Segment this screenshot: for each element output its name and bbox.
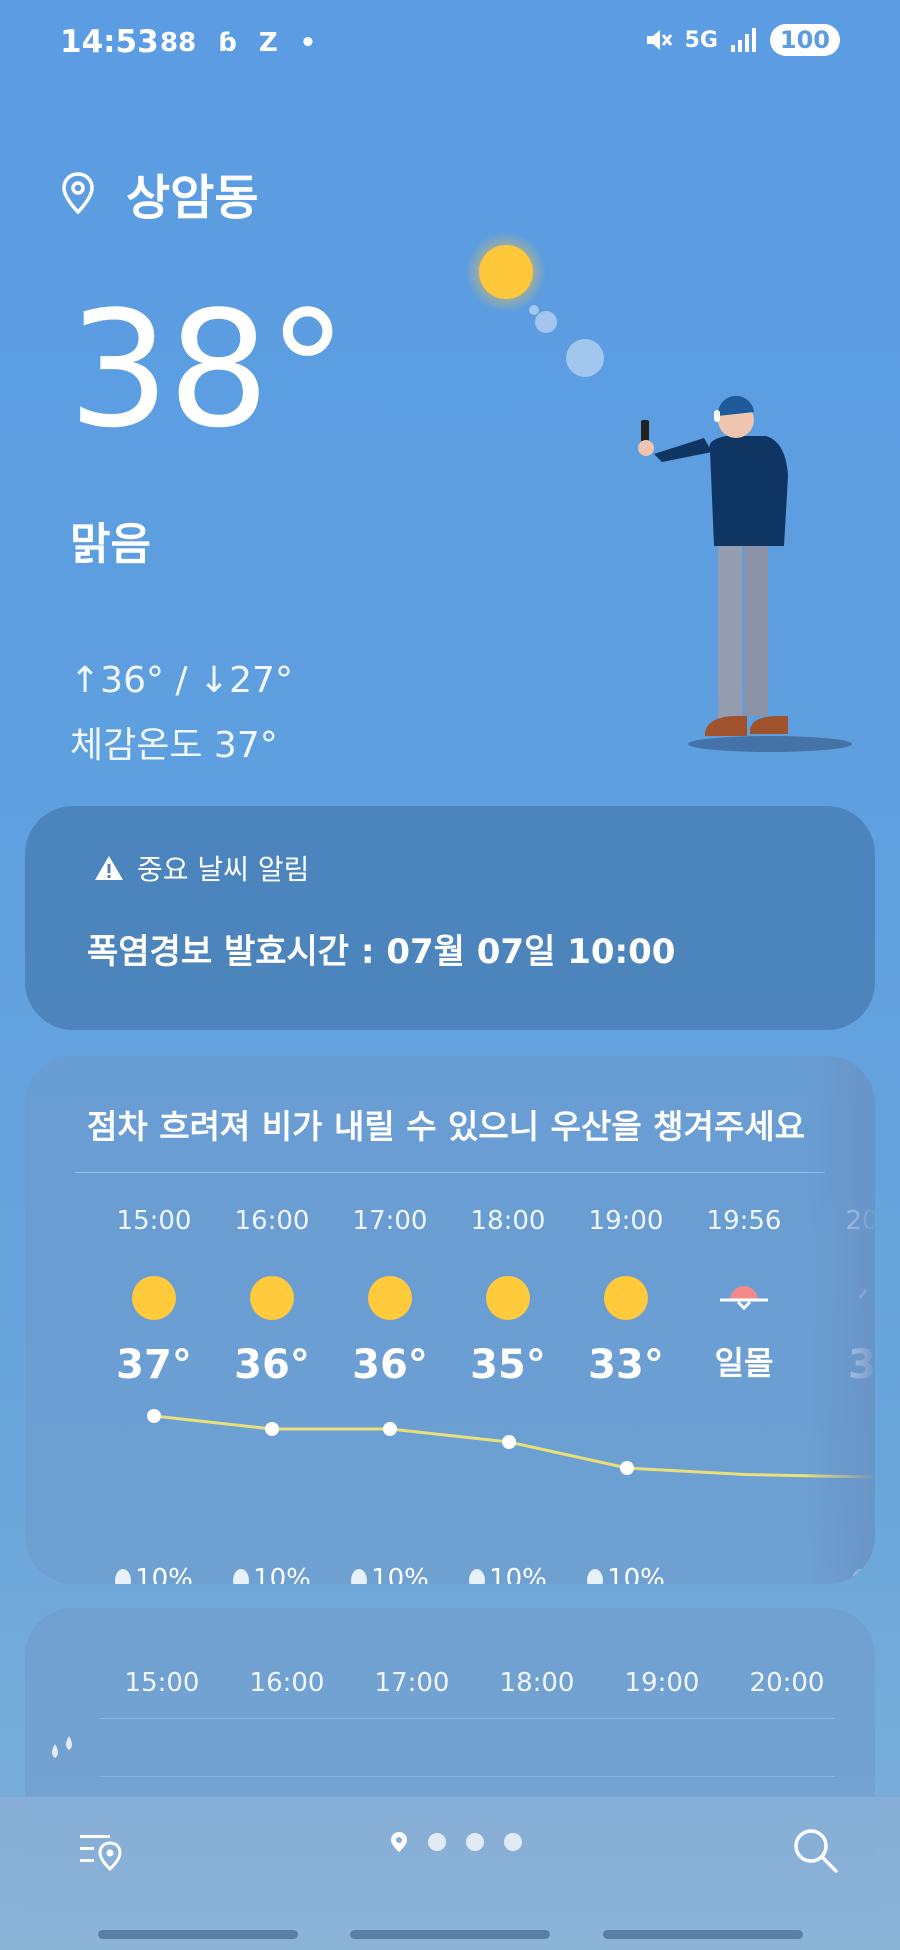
bottom-nav <box>0 1797 900 1950</box>
raindrop-icon <box>115 1569 132 1584</box>
sun-icon <box>250 1276 294 1320</box>
grid-line <box>100 1718 835 1719</box>
hour-time: 18:00 <box>470 1206 546 1236</box>
precip-time: 17:00 <box>374 1668 450 1698</box>
precip-time: 16:00 <box>249 1668 325 1698</box>
hour-time: 17:00 <box>352 1206 428 1236</box>
app-icon-b: ɓ <box>218 28 237 58</box>
precip-value: 10% <box>371 1564 429 1584</box>
alert-heading: 중요 날씨 알림 <box>137 853 310 886</box>
scroll-fade <box>805 1056 875 1584</box>
precip-chance: 10% <box>449 1564 567 1584</box>
warning-icon <box>95 856 123 880</box>
status-bar: 14:53 88 ɓ Z • 5G 100 <box>0 0 900 90</box>
precip-time: 15:00 <box>124 1668 200 1698</box>
feels-like-temperature: 체감온도 37° <box>70 725 278 766</box>
hour-time: 19:00 <box>588 1206 664 1236</box>
app-icon-88: 88 <box>160 28 197 58</box>
precip-value: 10% <box>489 1564 547 1584</box>
raindrop-icon <box>233 1569 250 1584</box>
precip-value: 10% <box>607 1564 665 1584</box>
alert-body: 폭염경보 발효시간 : 07월 07일 10:00 <box>87 932 676 972</box>
hourly-item: 17:00 36° 10% <box>331 1206 449 1584</box>
precip-chance: 10% <box>213 1564 331 1584</box>
hour-temperature: 33° <box>588 1342 664 1388</box>
map-pin-icon <box>62 172 94 215</box>
current-temperature: 38° <box>68 276 348 463</box>
hour-time: 16:00 <box>234 1206 310 1236</box>
page-indicator[interactable] <box>390 1831 522 1853</box>
precip-chance: 10% <box>567 1564 685 1584</box>
grid-line <box>100 1776 835 1777</box>
hour-temperature: 37° <box>116 1342 192 1388</box>
sun-icon <box>132 1276 176 1320</box>
precip-time: 19:00 <box>624 1668 700 1698</box>
raindrop-icon <box>587 1569 604 1584</box>
forecast-message: 점차 흐려져 비가 내릴 수 있으니 우산을 챙겨주세요 <box>87 1107 805 1146</box>
raindrops-icon <box>52 1736 72 1758</box>
precip-value: 10% <box>135 1564 193 1584</box>
page-dot <box>466 1833 484 1851</box>
hourly-item: 16:00 36° 10% <box>213 1206 331 1584</box>
high-low-temperature: ↑36° / ↓27° <box>70 660 293 701</box>
hourly-item: 19:00 33° 10% <box>567 1206 685 1584</box>
hour-temperature: 36° <box>352 1342 428 1388</box>
location-header[interactable]: 상암동 <box>60 158 258 228</box>
hour-time: 15:00 <box>116 1206 192 1236</box>
system-icons: 5G 100 <box>643 24 840 56</box>
hour-temperature: 36° <box>234 1342 310 1388</box>
precip-time: 18:00 <box>499 1668 575 1698</box>
sun-icon <box>479 245 533 299</box>
raindrop-icon <box>469 1569 486 1584</box>
hourly-item: 19:56 일몰 <box>685 1206 803 1384</box>
network-5g-icon: 5G <box>684 27 718 53</box>
page-dot <box>428 1833 446 1851</box>
hourly-item: 15:00 37° 10% <box>95 1206 213 1584</box>
location-name: 상암동 <box>126 170 259 226</box>
sun-icon <box>368 1276 412 1320</box>
hour-temperature: 35° <box>470 1342 546 1388</box>
sunset-label: 일몰 <box>714 1344 774 1382</box>
gesture-bar <box>98 1930 298 1939</box>
hourly-scroll[interactable]: 15:00 37° 10% 16:00 36° 10% 17:00 36° 10% 18:00 35… <box>25 1206 875 1584</box>
hourly-forecast-card[interactable]: 점차 흐려져 비가 내릴 수 있으니 우산을 챙겨주세요 15:00 37° 10%… <box>25 1056 875 1584</box>
app-icon-z: Z <box>258 28 278 58</box>
raindrop-icon <box>351 1569 368 1584</box>
page-dot <box>504 1833 522 1851</box>
weather-illustration <box>466 232 852 752</box>
divider <box>75 1172 825 1173</box>
gesture-bar <box>350 1930 550 1939</box>
alert-heading-row: 중요 날씨 알림 <box>93 848 309 888</box>
notification-icons: 88 ɓ Z • <box>160 28 316 58</box>
more-dot-icon: • <box>299 28 317 58</box>
precip-chance: 10% <box>331 1564 449 1584</box>
precip-value: 10% <box>253 1564 311 1584</box>
sunset-icon <box>716 1270 772 1320</box>
mute-icon <box>646 30 672 50</box>
sun-icon <box>486 1276 530 1320</box>
hourly-item: 18:00 35° 10% <box>449 1206 567 1584</box>
battery-icon: 100 <box>769 24 840 56</box>
gesture-bar <box>603 1930 803 1939</box>
search-icon[interactable] <box>790 1825 840 1875</box>
weather-alert-card[interactable]: 중요 날씨 알림 폭염경보 발효시간 : 07월 07일 10:00 <box>25 806 875 1030</box>
current-location-dot-icon <box>391 1832 407 1852</box>
precip-time: 20:00 <box>749 1668 825 1698</box>
signal-icon <box>730 28 756 52</box>
current-condition: 맑음 <box>70 519 151 570</box>
precip-chance: 10% <box>95 1564 213 1584</box>
location-list-icon[interactable] <box>78 1827 126 1875</box>
status-time: 14:53 <box>60 24 159 60</box>
hour-time: 19:56 <box>706 1206 782 1236</box>
sun-icon <box>604 1276 648 1320</box>
